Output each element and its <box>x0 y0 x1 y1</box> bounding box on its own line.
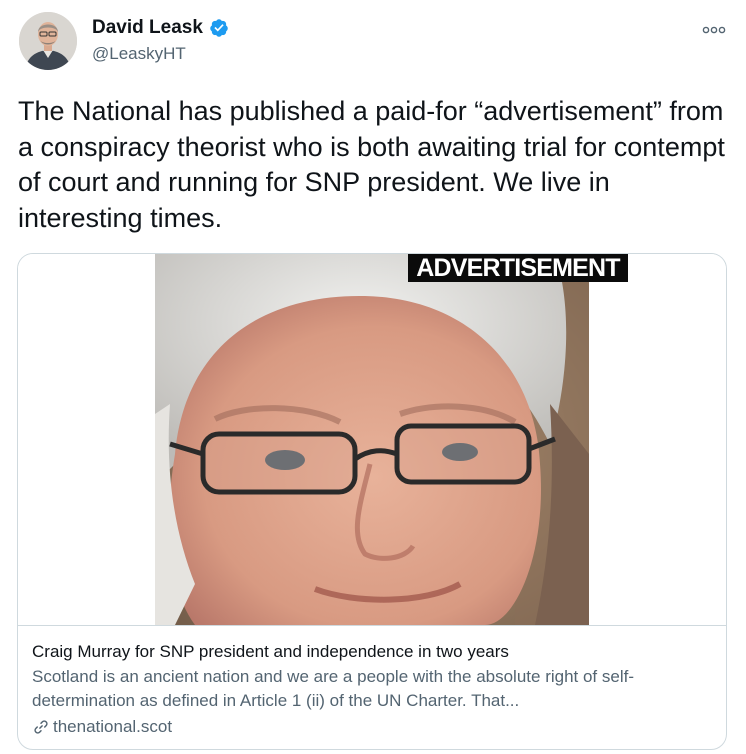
more-options-icon <box>702 26 726 34</box>
avatar-image <box>19 12 77 70</box>
card-text[interactable]: Craig Murray for SNP president and indep… <box>18 625 726 749</box>
card-description: Scotland is an ancient nation and we are… <box>32 667 634 710</box>
advertisement-banner: ADVERTISEMENT <box>408 254 628 282</box>
card-photo <box>155 254 589 625</box>
more-options-button[interactable] <box>700 20 728 40</box>
tweet: David Leask @LeaskyHT The National has p… <box>0 0 746 754</box>
author-handle[interactable]: @LeaskyHT <box>92 44 186 64</box>
card-title: Craig Murray for SNP president and indep… <box>32 642 509 661</box>
card-domain: thenational.scot <box>53 717 173 736</box>
avatar[interactable] <box>19 12 77 70</box>
author-name[interactable]: David Leask <box>92 17 203 39</box>
card-domain-row: thenational.scot <box>32 715 712 739</box>
portrait-photo <box>155 254 589 625</box>
tweet-text: The National has published a paid-for “a… <box>18 96 725 233</box>
verified-badge-icon <box>210 19 228 37</box>
link-card[interactable]: ADVERTISEMENT Craig Murray for SNP presi… <box>17 253 727 750</box>
card-image[interactable]: ADVERTISEMENT <box>18 254 726 625</box>
link-icon <box>34 720 48 734</box>
author-name-row: David Leask <box>92 17 229 39</box>
